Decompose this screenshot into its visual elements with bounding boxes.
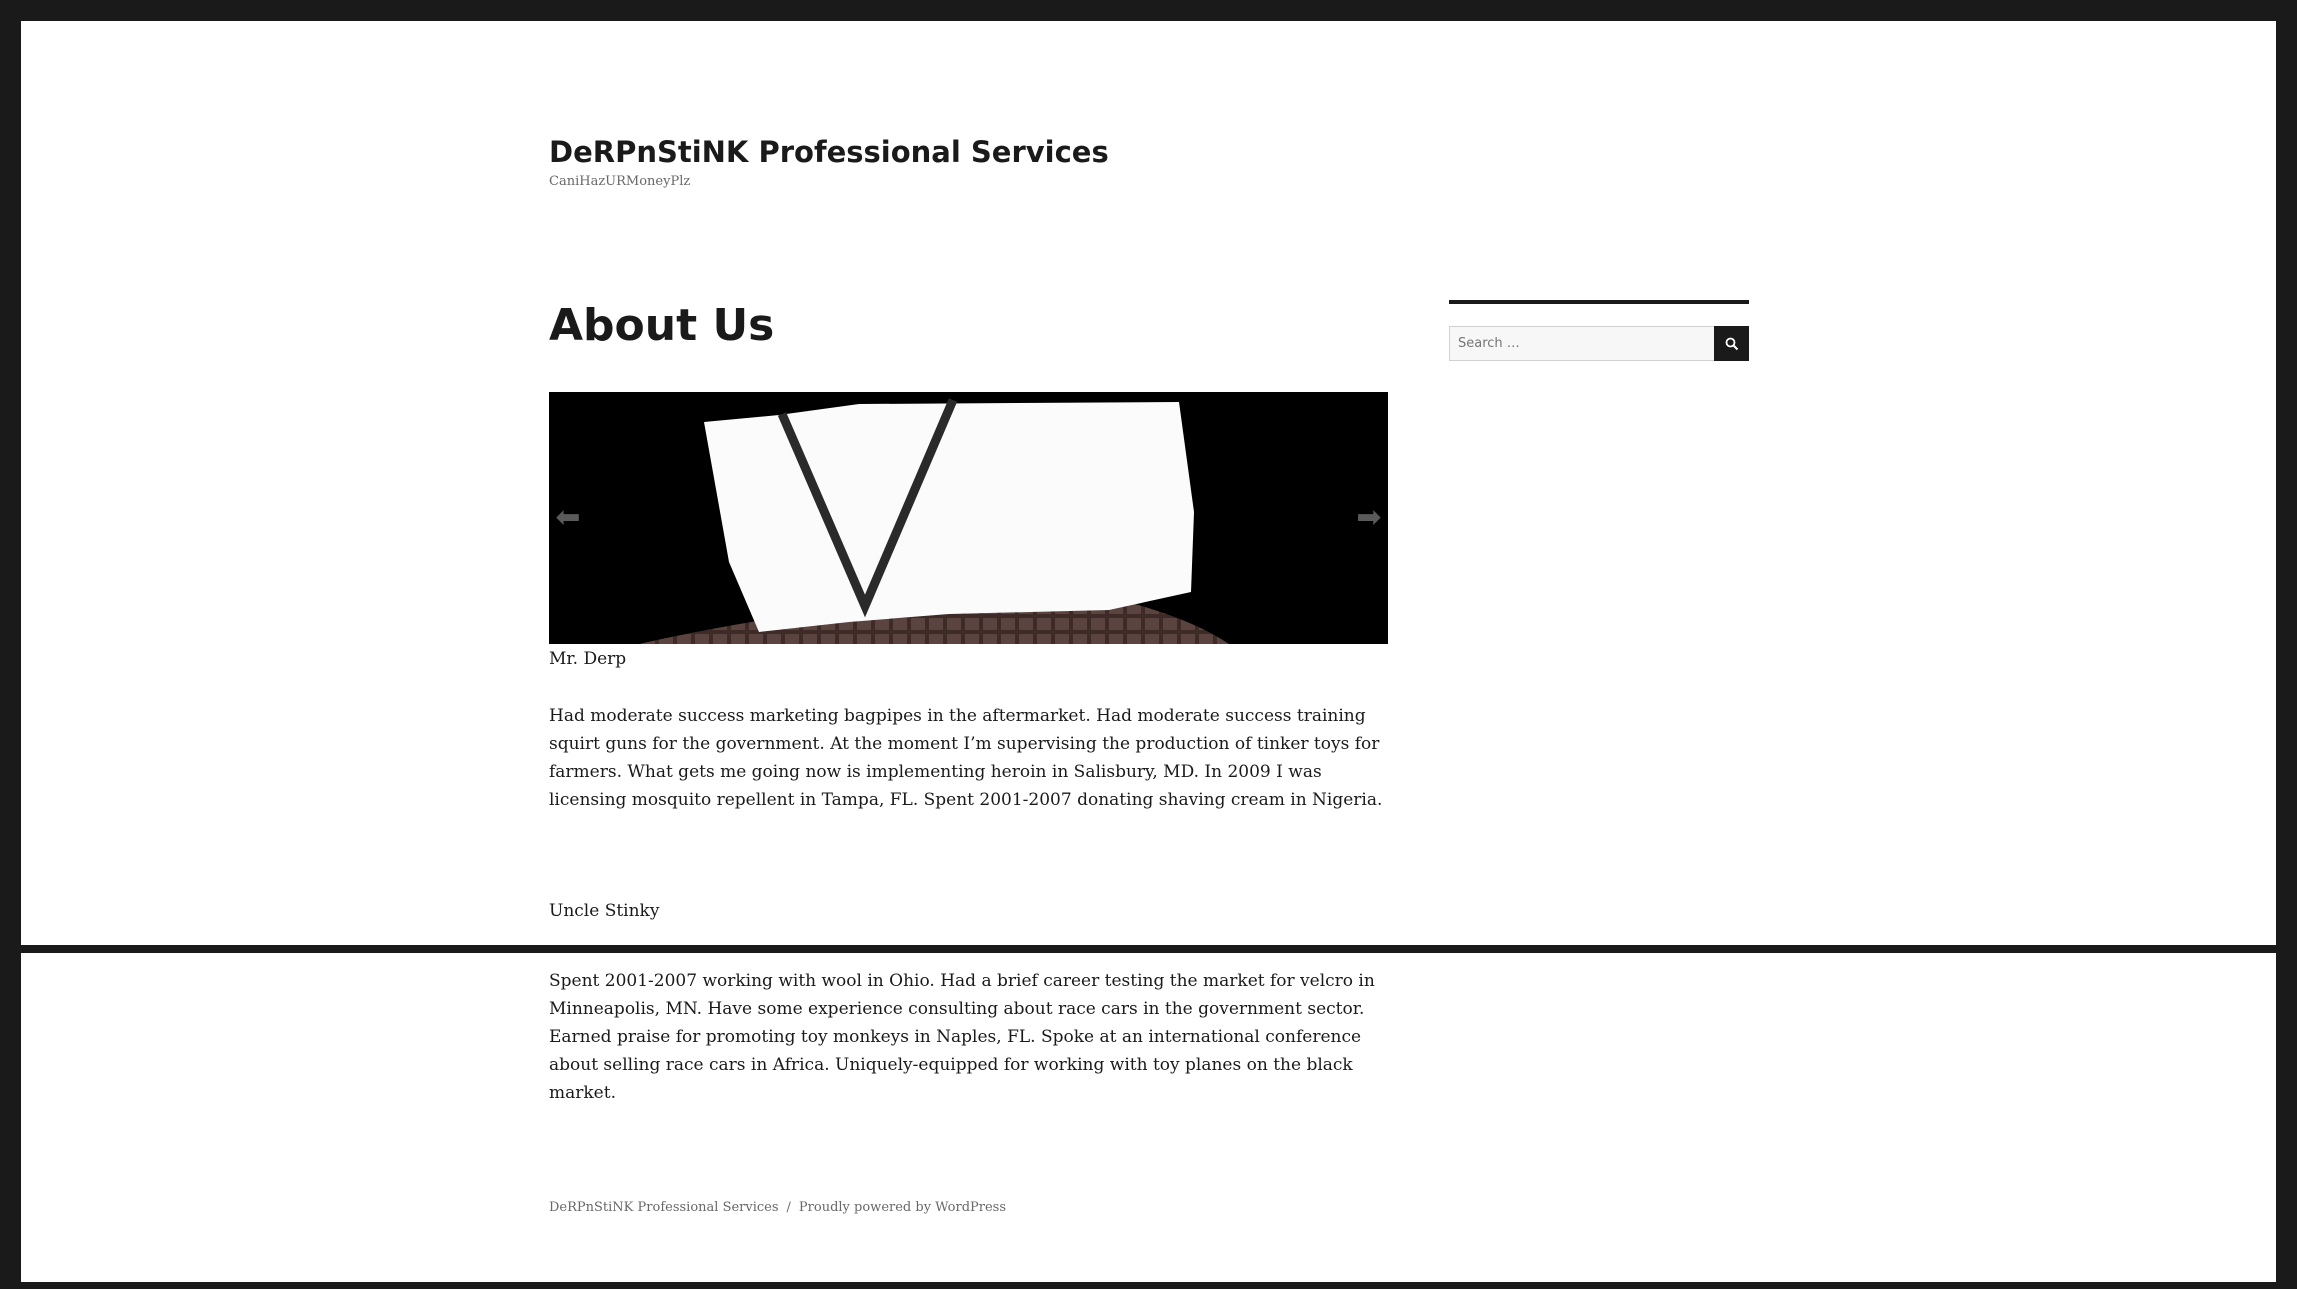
member-name: Uncle Stinky xyxy=(549,901,660,921)
member-bio: Spent 2001-2007 working with wool in Ohi… xyxy=(549,971,1375,1103)
footer-powered-by-link[interactable]: Proudly powered by WordPress xyxy=(799,1200,1006,1215)
image-slider: ⬅ ➡ xyxy=(549,392,1388,644)
footer-separator: / xyxy=(786,1200,791,1215)
footer-site-link[interactable]: DeRPnStiNK Professional Services xyxy=(549,1200,779,1215)
search-button[interactable] xyxy=(1714,326,1749,361)
content-frame-top: DeRPnStiNK Professional Services CaniHaz… xyxy=(21,21,2276,945)
site-title-link[interactable]: DeRPnStiNK Professional Services xyxy=(549,135,1109,169)
member-bio: Had moderate success marketing bagpipes … xyxy=(549,706,1383,810)
sidebar-divider xyxy=(1449,300,1749,304)
content-frame-bottom: Spent 2001-2007 working with wool in Ohi… xyxy=(21,953,2276,1282)
page-title: About Us xyxy=(549,300,775,351)
slide-image xyxy=(549,392,1388,644)
site-description: CaniHazURMoneyPlz xyxy=(549,174,691,189)
search-input[interactable] xyxy=(1449,326,1715,361)
slide-image-paper xyxy=(704,402,1194,632)
search-icon xyxy=(1725,337,1738,350)
slider-next-arrow-icon[interactable]: ➡ xyxy=(1354,497,1384,537)
member-name: Mr. Derp xyxy=(549,649,627,669)
site-footer: DeRPnStiNK Professional Services / Proud… xyxy=(549,1200,1006,1215)
slider-prev-arrow-icon[interactable]: ⬅ xyxy=(553,497,583,537)
